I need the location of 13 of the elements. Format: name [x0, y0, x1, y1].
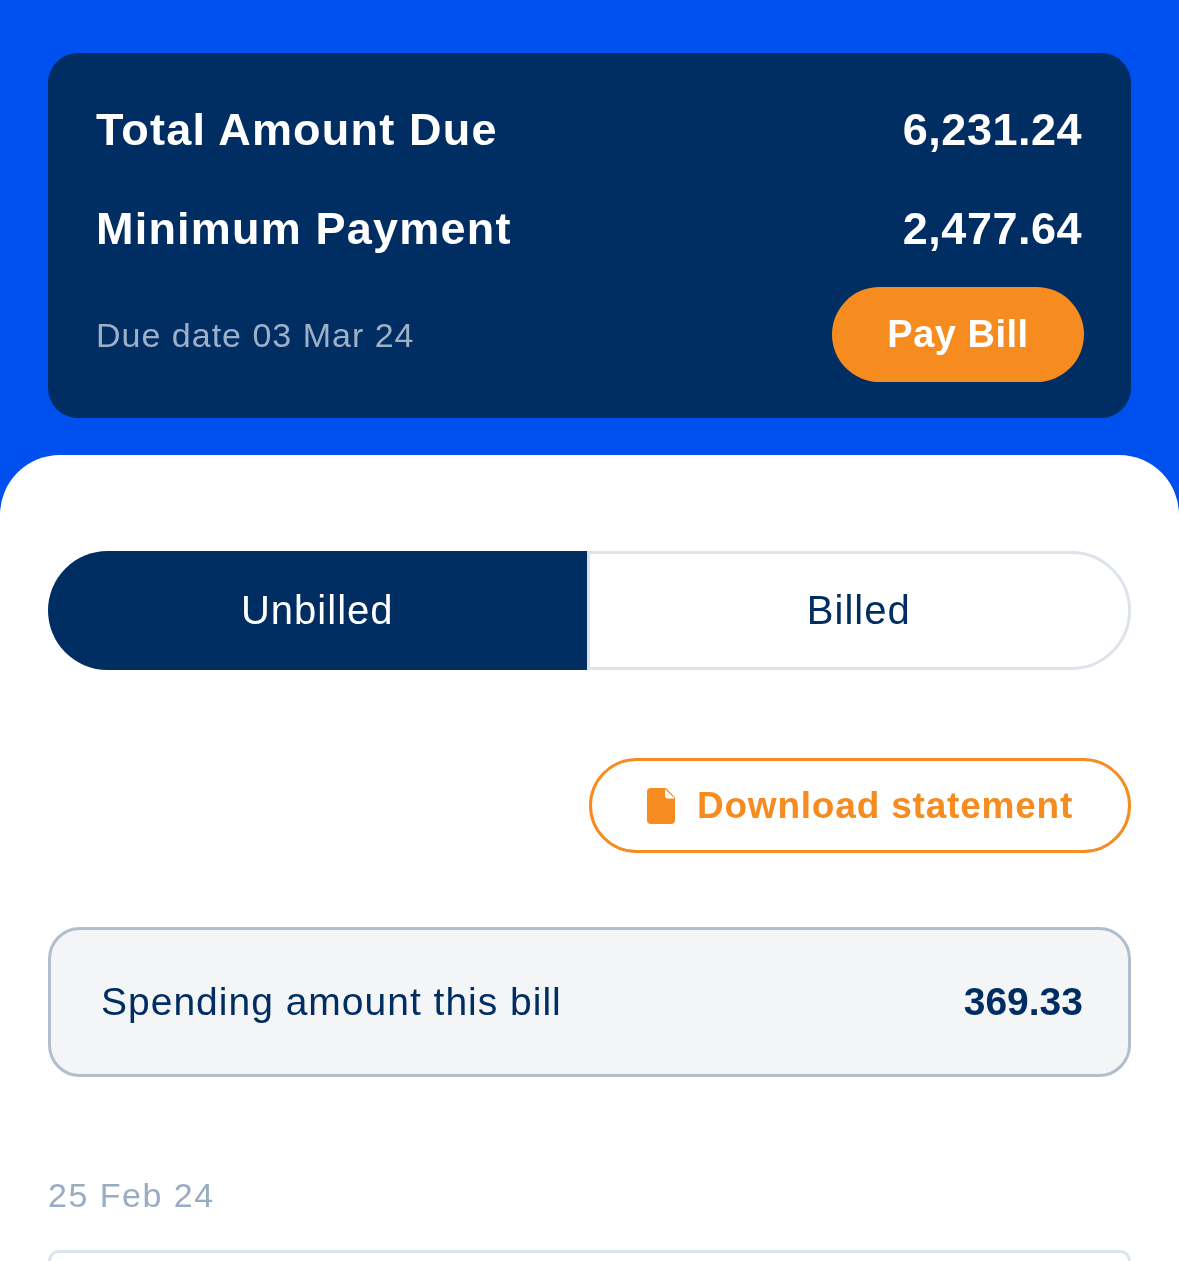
spending-amount: 369.33 [963, 980, 1083, 1024]
tab[interactable]: Unbilled [48, 551, 587, 670]
summary-amount: 6,231.24 [902, 105, 1082, 155]
document-icon [646, 787, 675, 824]
transaction-date: 25 Feb 24 [48, 1175, 216, 1215]
download-statement-label: Download statement [696, 784, 1074, 827]
summary-label: Total Amount Due [96, 105, 498, 155]
summary-amount: 2,477.64 [902, 204, 1082, 254]
due-date: Due date 03 Mar 24 [96, 314, 415, 355]
spending-label: Spending amount this bill [101, 980, 562, 1024]
tab[interactable]: Billed [586, 551, 1131, 670]
transaction-card[interactable] [48, 1250, 1131, 1261]
summary-label: Minimum Payment [96, 204, 512, 254]
